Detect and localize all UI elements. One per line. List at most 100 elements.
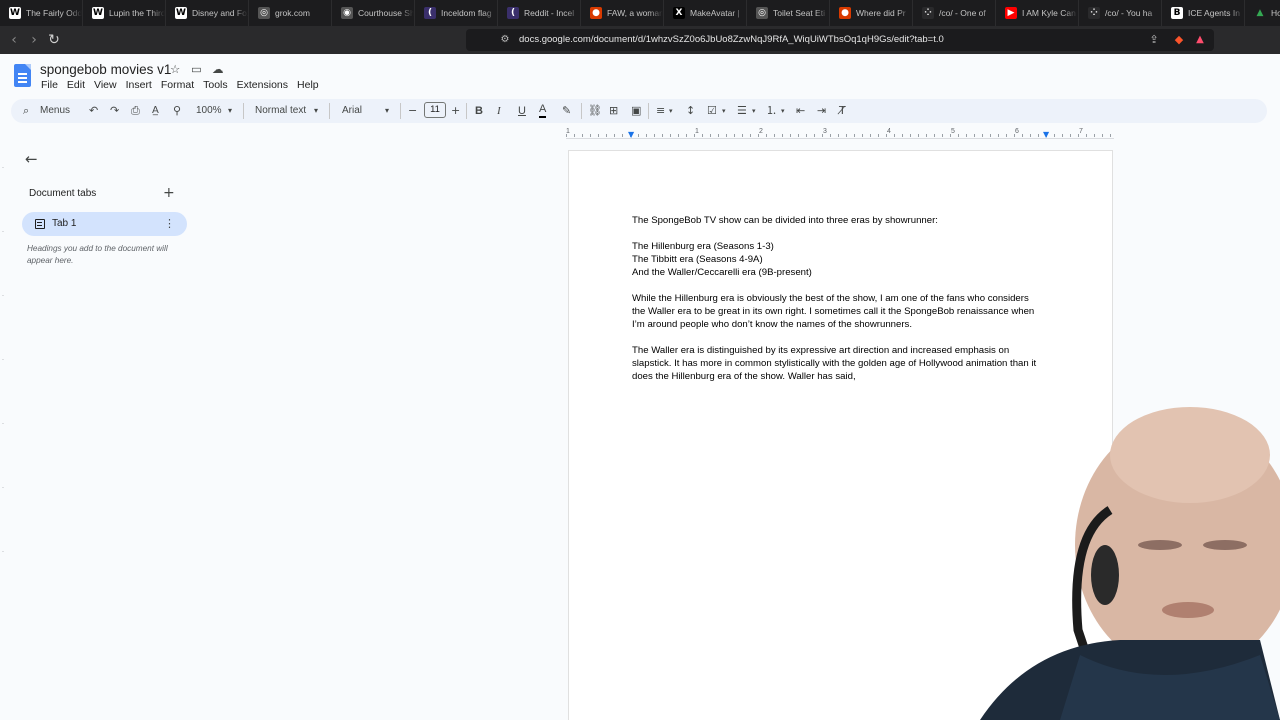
- docs-logo-icon[interactable]: [14, 64, 31, 87]
- menu-item-view[interactable]: View: [94, 79, 117, 91]
- align-icon[interactable]: ≡: [656, 103, 665, 119]
- insert-image-icon[interactable]: ▣: [631, 103, 641, 119]
- line-spacing-icon[interactable]: ↕: [686, 103, 695, 119]
- body-line[interactable]: The Tibbitt era (Seasons 4-9A): [632, 253, 1052, 266]
- browser-tab[interactable]: ◎ Toilet Seat Eti: [747, 0, 830, 26]
- ruler-baseline: [566, 138, 1114, 139]
- menu-item-tools[interactable]: Tools: [203, 79, 228, 91]
- body-line[interactable]: I’m around people who don’t know the nam…: [632, 318, 1052, 331]
- body-line[interactable]: slapstick. It has more in common stylist…: [632, 357, 1052, 370]
- font-select[interactable]: Arial: [342, 103, 362, 119]
- italic-icon[interactable]: I: [497, 103, 501, 119]
- insert-link-icon[interactable]: ⛓: [588, 103, 602, 119]
- font-dropdown-icon[interactable]: ▾: [385, 103, 389, 119]
- browser-tab[interactable]: (Inceldom flag: [415, 0, 498, 26]
- font-size-input[interactable]: 11: [424, 102, 446, 118]
- browser-tab[interactable]: (Reddit - Incel: [498, 0, 581, 26]
- site-settings-icon[interactable]: ⚙: [497, 32, 513, 48]
- body-line[interactable]: does the Hillenburg era of the show. Wal…: [632, 370, 1052, 383]
- body-line[interactable]: And the Waller/Ceccarelli era (9B-presen…: [632, 266, 1052, 279]
- menu-item-file[interactable]: File: [41, 79, 58, 91]
- browser-tab[interactable]: ⁘ /co/ - One of: [913, 0, 996, 26]
- decrease-font-size-icon[interactable]: −: [408, 103, 417, 119]
- body-paragraph[interactable]: The SpongeBob TV show can be divided int…: [632, 214, 1052, 227]
- reload-icon[interactable]: ↻: [46, 32, 62, 48]
- tab-item-label[interactable]: Tab 1: [52, 218, 76, 229]
- menu-item-edit[interactable]: Edit: [67, 79, 85, 91]
- cloud-saved-icon[interactable]: ☁: [212, 62, 224, 76]
- browser-tab[interactable]: ● FAW, a woman: [581, 0, 664, 26]
- menu-item-extensions[interactable]: Extensions: [237, 79, 288, 91]
- move-folder-icon[interactable]: ▭: [191, 62, 202, 76]
- menu-item-format[interactable]: Format: [161, 79, 194, 91]
- close-outline-icon[interactable]: ←: [25, 150, 38, 168]
- menu-item-insert[interactable]: Insert: [126, 79, 152, 91]
- right-indent-marker-icon[interactable]: ▼: [1043, 130, 1049, 139]
- menu-item-help[interactable]: Help: [297, 79, 319, 91]
- forward-icon[interactable]: ›: [26, 32, 42, 48]
- horizontal-ruler[interactable]: 11234567: [566, 128, 1114, 138]
- numbered-list-icon[interactable]: ⒈: [766, 103, 777, 119]
- checklist-icon[interactable]: ☑: [707, 103, 717, 119]
- align-dropdown-icon[interactable]: ▾: [669, 103, 673, 119]
- share-icon[interactable]: ⇪: [1146, 32, 1162, 48]
- browser-tab[interactable]: ◉ Courthouse Sh: [332, 0, 415, 26]
- zoom-dropdown-icon[interactable]: ▾: [228, 103, 232, 119]
- ruler-tick: [982, 134, 983, 137]
- document-title[interactable]: spongebob movies v1: [40, 62, 171, 77]
- bulleted-list-icon[interactable]: ☰: [737, 103, 747, 119]
- browser-tab[interactable]: W The Fairly Odd: [0, 0, 83, 26]
- highlight-color-icon[interactable]: ✎: [562, 103, 571, 119]
- browser-tab[interactable]: ● Where did Pr: [830, 0, 913, 26]
- body-line[interactable]: The Hillenburg era (Seasons 1-3): [632, 240, 1052, 253]
- search-menus-icon[interactable]: ⌕: [23, 103, 29, 119]
- left-indent-marker-icon[interactable]: ▼: [628, 130, 634, 139]
- browser-tab[interactable]: B ICE Agents In: [1162, 0, 1245, 26]
- redo-icon[interactable]: ↷: [110, 103, 119, 119]
- url-text[interactable]: docs.google.com/document/d/1whzvSzZ0o6Jb…: [519, 34, 944, 45]
- increase-indent-icon[interactable]: ⇥: [817, 103, 826, 119]
- star-icon[interactable]: ☆: [170, 62, 180, 76]
- toolbar-divider: [243, 103, 244, 119]
- spellcheck-icon[interactable]: A̲: [152, 103, 159, 119]
- tab-options-icon[interactable]: ⋮: [164, 217, 175, 230]
- toilet-icon: ◎: [756, 7, 768, 19]
- vertical-ruler[interactable]: · · · · · · ·: [0, 150, 10, 720]
- ruler-tick: [718, 134, 719, 137]
- browser-tab[interactable]: ▲ Home: [1245, 0, 1280, 26]
- ruler-tick: [862, 134, 863, 137]
- add-comment-icon[interactable]: ⊞: [609, 103, 618, 119]
- bold-icon[interactable]: B: [475, 103, 483, 119]
- browser-tab[interactable]: X MakeAvatar |: [664, 0, 747, 26]
- browser-tab[interactable]: ▶ I AM Kyle Can: [996, 0, 1079, 26]
- back-icon[interactable]: ‹: [6, 32, 22, 48]
- style-select[interactable]: Normal text: [255, 103, 306, 119]
- document-body[interactable]: The SpongeBob TV show can be divided int…: [632, 214, 1052, 383]
- brave-rewards-icon[interactable]: ▲: [1192, 32, 1208, 48]
- ruler-tick: [1022, 134, 1023, 137]
- decrease-indent-icon[interactable]: ⇤: [796, 103, 805, 119]
- zoom-select[interactable]: 100%: [196, 103, 222, 119]
- print-icon[interactable]: ⎙: [131, 103, 140, 119]
- clear-formatting-icon[interactable]: T̸: [839, 103, 846, 119]
- body-line[interactable]: The Waller era is distinguished by its e…: [632, 344, 1052, 357]
- bulleted-list-dropdown-icon[interactable]: ▾: [752, 103, 756, 119]
- browser-tab[interactable]: ⁘ /co/ - You ha: [1079, 0, 1162, 26]
- checklist-dropdown-icon[interactable]: ▾: [722, 103, 726, 119]
- tab-item-tab-1[interactable]: [22, 212, 187, 236]
- increase-font-size-icon[interactable]: +: [451, 103, 460, 119]
- add-tab-icon[interactable]: +: [163, 185, 175, 201]
- search-menus-label[interactable]: Menus: [40, 103, 70, 119]
- browser-tab[interactable]: W Disney and Fox: [166, 0, 249, 26]
- body-line[interactable]: the Waller era to be great in its own ri…: [632, 305, 1052, 318]
- text-color-icon[interactable]: A: [539, 103, 547, 118]
- browser-tab[interactable]: ◎ grok.com: [249, 0, 332, 26]
- brave-shield-icon[interactable]: ◆: [1171, 32, 1187, 48]
- paint-format-icon[interactable]: ⚲: [173, 103, 181, 119]
- browser-tab[interactable]: W Lupin the Third: [83, 0, 166, 26]
- underline-icon[interactable]: U: [518, 103, 526, 119]
- undo-icon[interactable]: ↶: [89, 103, 98, 119]
- numbered-list-dropdown-icon[interactable]: ▾: [781, 103, 785, 119]
- body-line[interactable]: While the Hillenburg era is obviously th…: [632, 292, 1052, 305]
- style-dropdown-icon[interactable]: ▾: [314, 103, 318, 119]
